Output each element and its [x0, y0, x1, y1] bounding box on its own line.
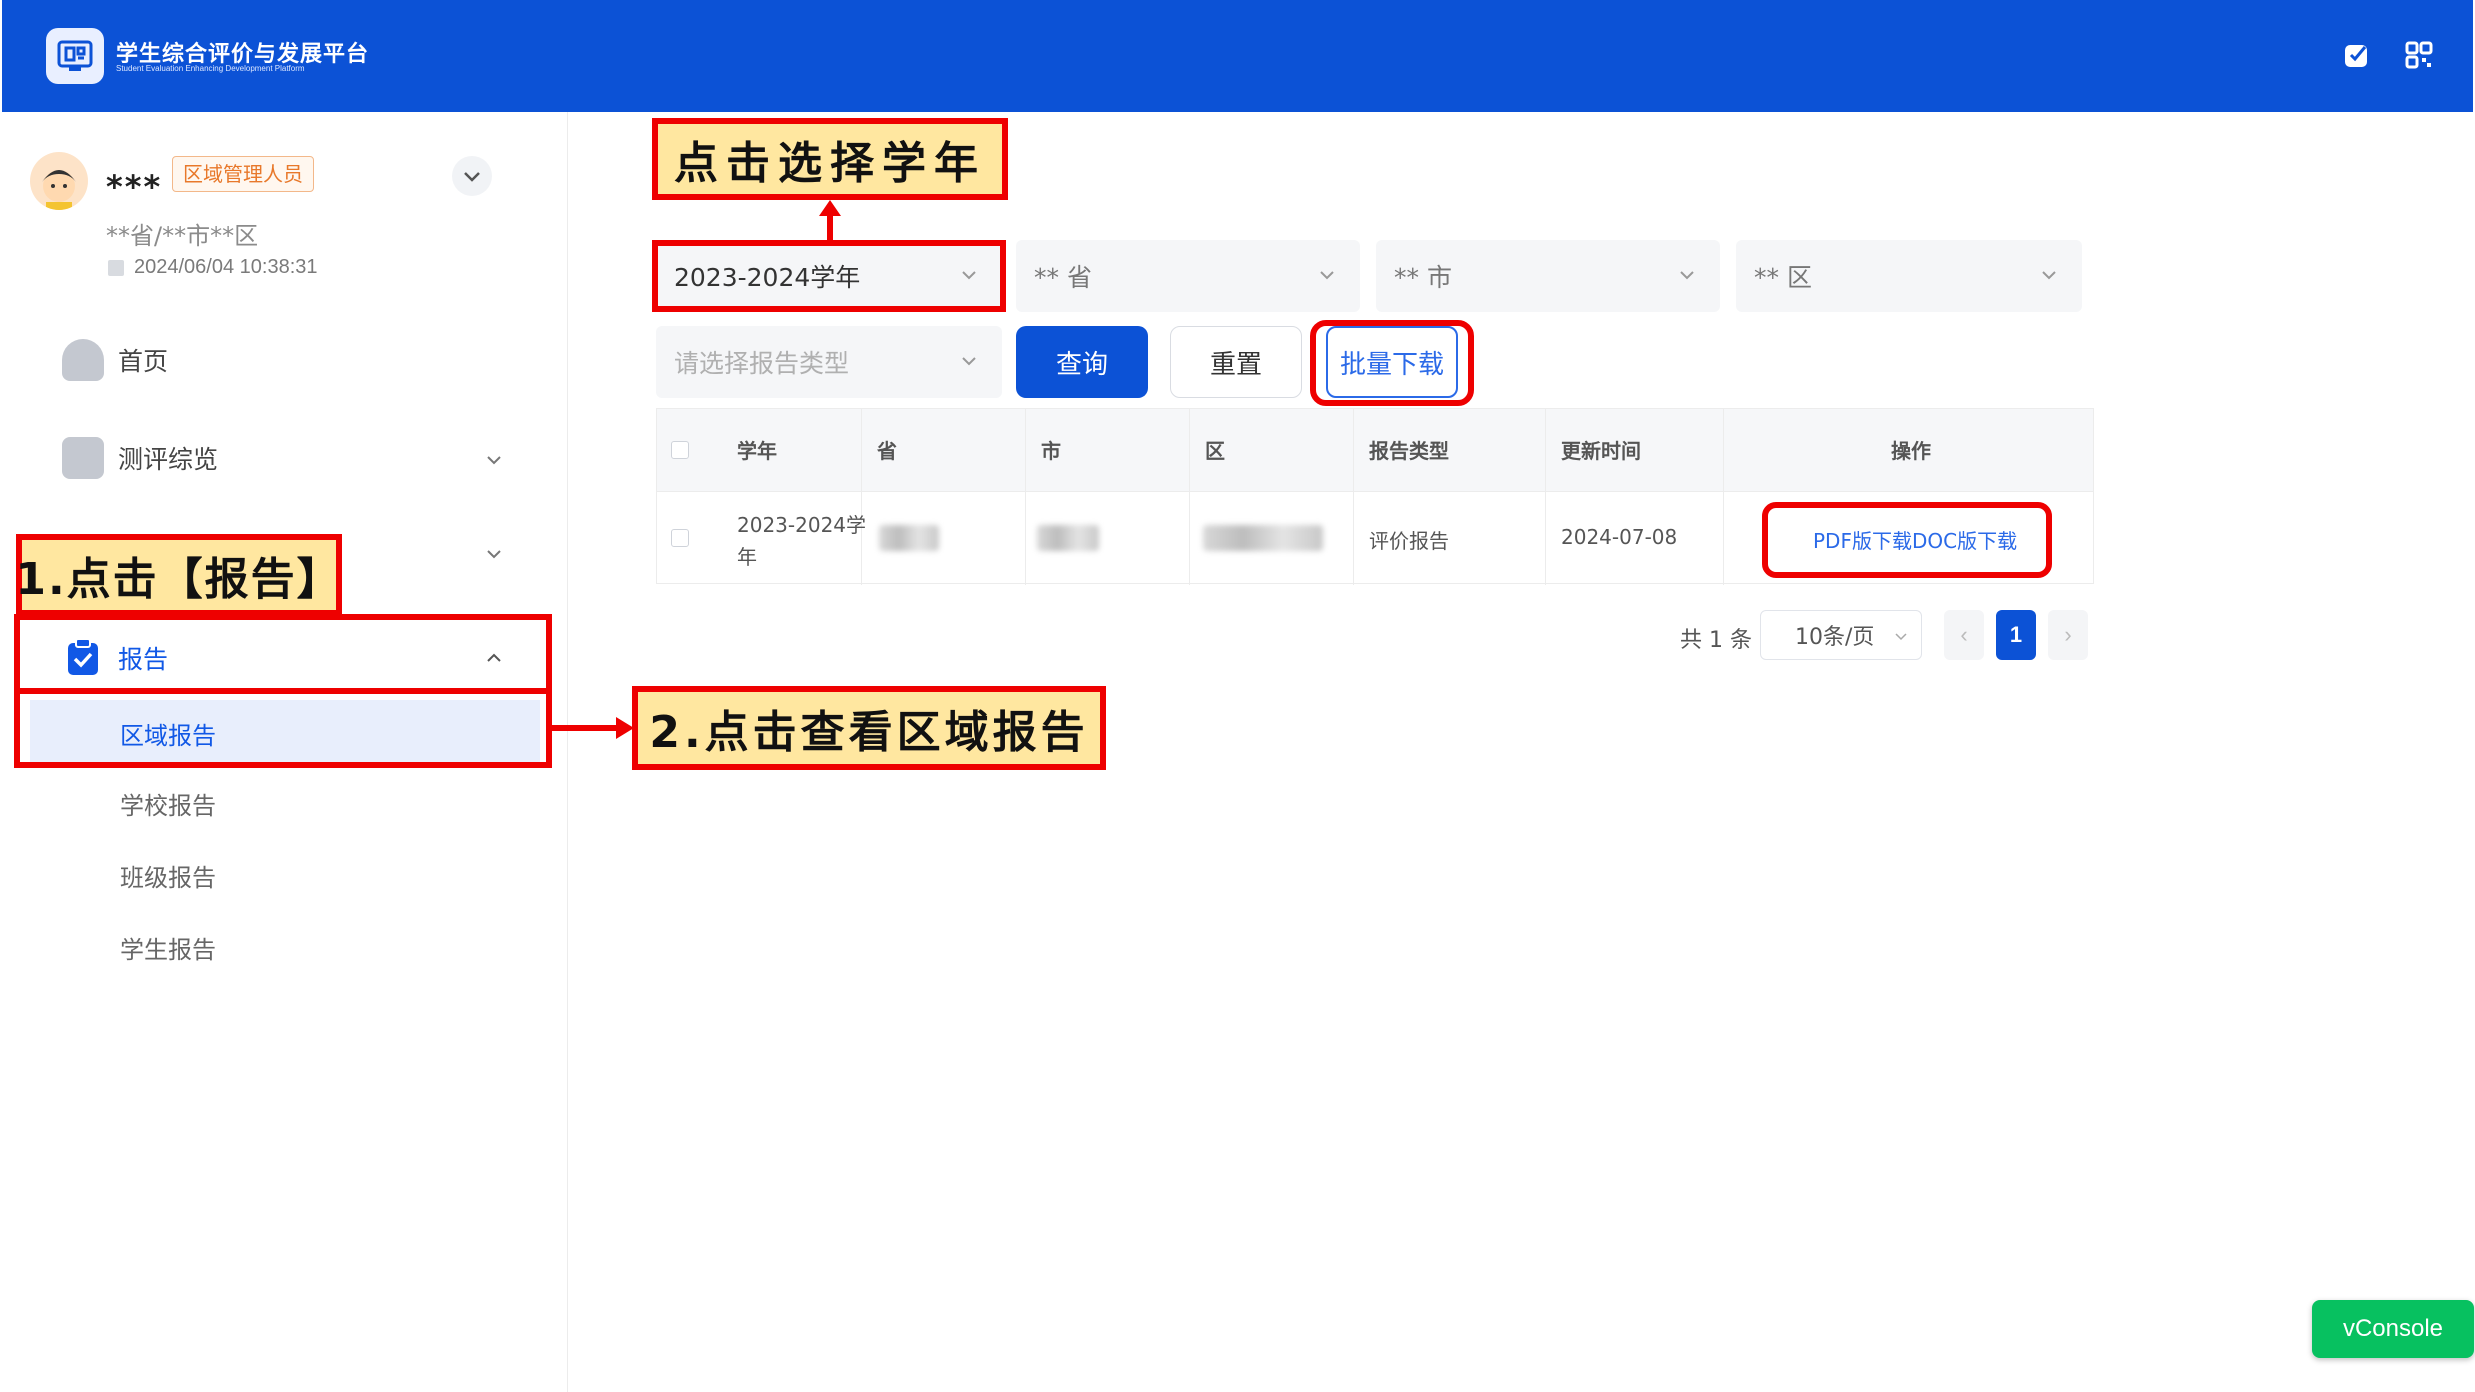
home-icon: [62, 339, 104, 381]
cell-province-redacted: [879, 525, 939, 551]
row-divider: [657, 491, 2093, 492]
chevron-down-icon[interactable]: [482, 448, 506, 472]
report-type-select[interactable]: 请选择报告类型: [656, 326, 1002, 398]
row-checkbox[interactable]: [671, 529, 689, 547]
column-header-province: 省: [877, 439, 897, 463]
qr-code-icon[interactable]: [2404, 40, 2436, 72]
login-time: 2024/06/04 10:38:31: [108, 256, 318, 279]
top-header: 学生综合评价与发展平台 Student Evaluation Enhancing…: [2, 0, 2473, 112]
page-size-select[interactable]: 10条/页: [1760, 610, 1922, 660]
column-divider: [1025, 409, 1026, 585]
prev-page-button[interactable]: ‹: [1944, 610, 1984, 660]
page-number-button[interactable]: 1: [1996, 610, 2036, 660]
district-select[interactable]: ** 区: [1736, 240, 2082, 312]
role-badge: 区域管理人员: [172, 156, 314, 192]
user-region: **省/**市**区: [106, 222, 259, 250]
sidebar-subitem-class-report[interactable]: 班级报告: [120, 858, 216, 893]
annotation-step2: 2.点击查看区域报告: [632, 686, 1106, 770]
annotation-arrow-up: [816, 198, 844, 242]
cell-updated: 2024-07-08: [1561, 525, 1678, 549]
district-select-value: ** 区: [1754, 263, 1812, 292]
chevron-down-icon: [962, 357, 976, 366]
bar-chart-icon: [62, 437, 104, 479]
column-header-city: 市: [1041, 439, 1061, 463]
query-button[interactable]: 查询: [1016, 326, 1148, 398]
sidebar-item-label: 测评综览: [118, 445, 219, 474]
annotation-box-batch-download: [1310, 320, 1474, 406]
annotation-select-year: 点击选择学年: [652, 118, 1008, 200]
city-select[interactable]: ** 市: [1376, 240, 1720, 312]
sidebar-subitem-school-report[interactable]: 学校报告: [120, 786, 216, 821]
annotation-arrow-right: [550, 714, 636, 742]
chevron-down-icon: [1320, 271, 1334, 280]
reset-button[interactable]: 重置: [1170, 326, 1302, 398]
column-divider: [1723, 409, 1724, 585]
cell-year-line1: 2023-2024学: [737, 513, 867, 537]
report-type-placeholder: 请选择报告类型: [674, 349, 850, 378]
chevron-down-icon: [1680, 271, 1694, 280]
cell-district-redacted: [1203, 525, 1323, 551]
city-select-value: ** 市: [1394, 263, 1452, 292]
cell-city-redacted: [1037, 525, 1099, 551]
column-divider: [1353, 409, 1354, 585]
chevron-down-icon: [2042, 271, 2056, 280]
sidebar-item-label: 首页: [118, 347, 169, 376]
pagination-total: 共 1 条: [1680, 628, 1752, 653]
province-select-value: ** 省: [1034, 263, 1092, 292]
column-header-district: 区: [1205, 439, 1225, 463]
column-divider: [1545, 409, 1546, 585]
column-divider: [1189, 409, 1190, 585]
sidebar-item-home[interactable]: 首页: [62, 336, 168, 384]
sidebar-subitem-student-report[interactable]: 学生报告: [120, 930, 216, 965]
column-header-report-type: 报告类型: [1369, 439, 1449, 463]
app-subtitle: Student Evaluation Enhancing Development…: [116, 64, 305, 73]
annotation-box-district-report: [14, 688, 552, 768]
annotation-box-year-select: [652, 240, 1006, 312]
edit-icon[interactable]: [2342, 40, 2374, 72]
annotation-box-report-menu: [14, 614, 552, 694]
login-time-text: 2024/06/04 10:38:31: [134, 256, 318, 278]
province-select[interactable]: ** 省: [1016, 240, 1360, 312]
avatar: [30, 152, 88, 210]
user-menu-chevron-down-icon[interactable]: [452, 156, 492, 196]
column-divider: [861, 409, 862, 585]
annotation-step1: 1.点击【报告】: [15, 534, 342, 616]
column-header-year: 学年: [737, 439, 777, 463]
select-all-checkbox[interactable]: [671, 441, 689, 459]
chevron-down-icon: [1895, 633, 1907, 641]
column-header-actions: 操作: [1891, 439, 1931, 463]
cell-report-type: 评价报告: [1369, 529, 1449, 553]
page: 学生综合评价与发展平台 Student Evaluation Enhancing…: [0, 0, 2475, 1392]
next-page-button[interactable]: ›: [2048, 610, 2088, 660]
page-size-value: 10条/页: [1795, 625, 1875, 650]
sidebar-item-overview[interactable]: 测评综览: [62, 434, 218, 482]
vconsole-button[interactable]: vConsole: [2312, 1300, 2474, 1358]
cell-year-line2: 年: [737, 545, 757, 569]
column-header-updated: 更新时间: [1561, 439, 1641, 463]
chevron-down-icon[interactable]: [482, 542, 506, 566]
logo-icon: [46, 28, 104, 84]
annotation-box-download-links: [1762, 502, 2052, 578]
user-name: ***: [106, 168, 163, 206]
calendar-icon: [108, 259, 124, 276]
